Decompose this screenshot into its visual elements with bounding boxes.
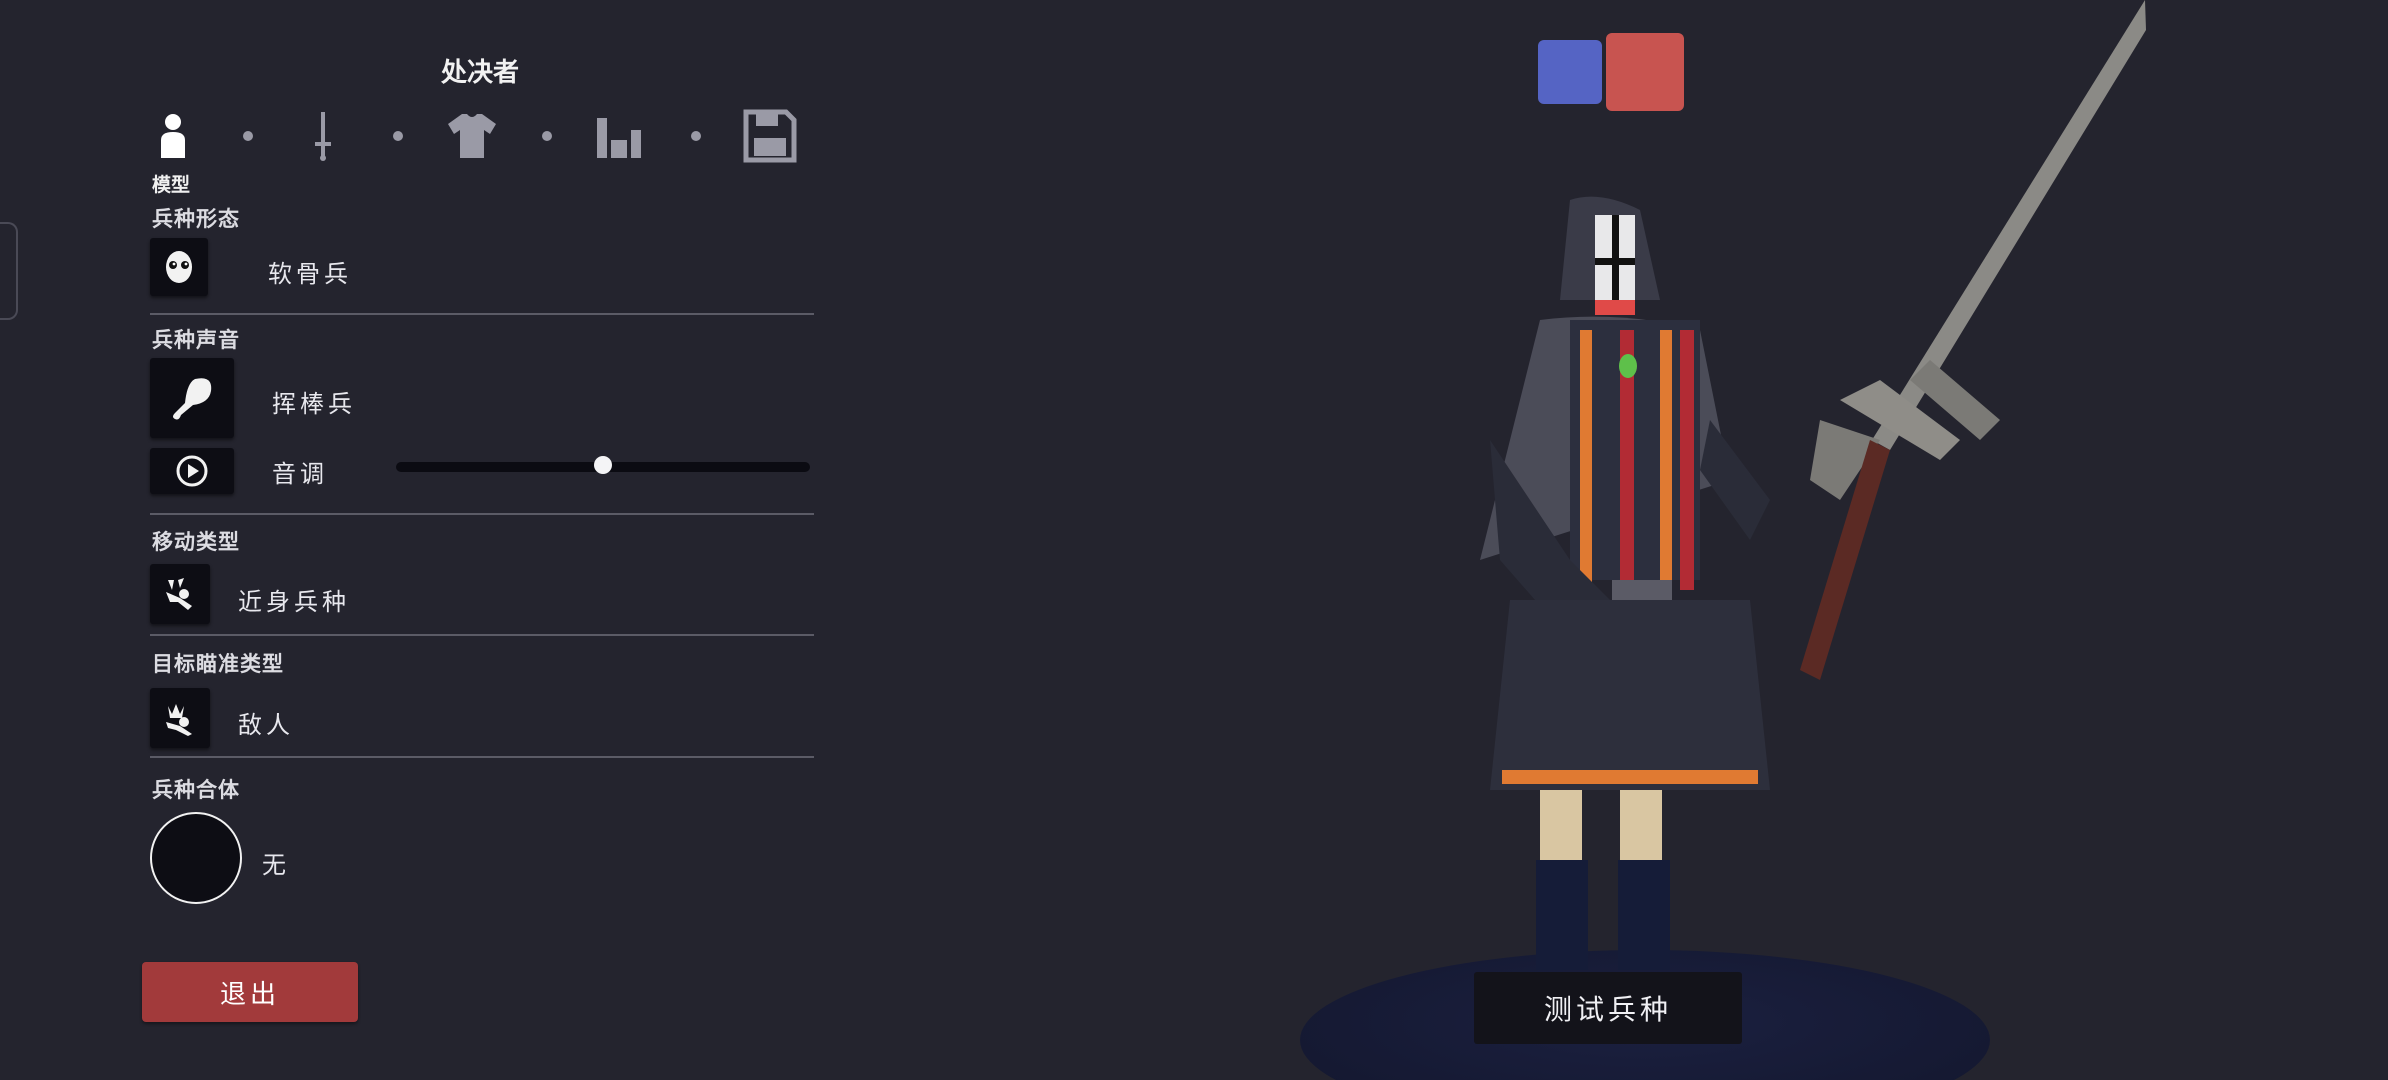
- form-value[interactable]: 软骨兵: [268, 254, 352, 289]
- tab-stats[interactable]: [593, 108, 649, 164]
- targeting-value[interactable]: 敌人: [238, 705, 294, 740]
- drumstick-icon: [173, 378, 212, 420]
- movement-value[interactable]: 近身兵种: [238, 582, 350, 617]
- test-unit-button[interactable]: 测试兵种: [1474, 972, 1742, 1044]
- section-label-voice: 兵种声音: [152, 328, 240, 352]
- section-label-movement: 移动类型: [152, 530, 240, 554]
- sword-icon: [315, 112, 331, 161]
- bar-chart-icon: [597, 118, 641, 158]
- person-icon: [161, 114, 185, 158]
- section-divider: [150, 313, 814, 315]
- crown-figure-icon: [166, 704, 192, 736]
- tab-separator-dot: [691, 131, 701, 141]
- section-divider: [150, 756, 814, 758]
- play-icon: [176, 455, 208, 487]
- tab-separator-dot: [393, 131, 403, 141]
- pitch-label: 音调: [272, 460, 328, 488]
- targeting-icon-button[interactable]: [150, 688, 210, 748]
- unit-name-title: 处决者: [440, 58, 519, 88]
- movement-icon-button[interactable]: [150, 564, 210, 624]
- pitch-slider-handle[interactable]: [594, 456, 612, 474]
- tab-model-label: 模型: [152, 174, 191, 196]
- play-pitch-button[interactable]: [150, 448, 234, 494]
- section-divider: [150, 513, 814, 515]
- unit-preview: [1300, 0, 2146, 1080]
- tab-separator-dot: [542, 131, 552, 141]
- shirt-icon: [448, 114, 496, 158]
- tab-clothing[interactable]: [444, 108, 500, 164]
- voice-value[interactable]: 挥棒兵: [272, 384, 356, 419]
- tab-save[interactable]: [742, 108, 798, 164]
- tab-model[interactable]: [145, 108, 201, 164]
- section-label-targeting: 目标瞄准类型: [152, 652, 284, 676]
- skull-face-icon: [166, 251, 192, 283]
- save-disk-icon: [743, 109, 797, 163]
- voice-icon-button[interactable]: [150, 358, 234, 438]
- tab-weapons[interactable]: [295, 108, 351, 164]
- running-figure-icon: [166, 578, 192, 610]
- section-divider: [150, 634, 814, 636]
- section-label-merge: 兵种合体: [152, 778, 240, 802]
- merge-slot-button[interactable]: [150, 812, 242, 904]
- form-icon-button[interactable]: [150, 238, 208, 296]
- merge-value: 无: [262, 851, 290, 879]
- exit-button[interactable]: 退出: [142, 962, 358, 1022]
- side-panel-handle[interactable]: [0, 222, 18, 320]
- tab-separator-dot: [243, 131, 253, 141]
- section-label-form: 兵种形态: [152, 207, 240, 231]
